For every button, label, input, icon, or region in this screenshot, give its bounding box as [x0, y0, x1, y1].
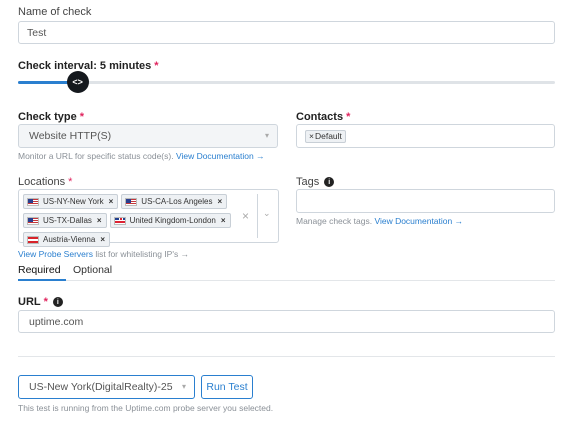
section-divider [18, 356, 555, 357]
tags-help: Manage check tags. View Documentation → [296, 216, 463, 226]
chevron-down-icon: ▾ [264, 131, 269, 140]
tab-required[interactable]: Required [18, 264, 61, 276]
check-interval-label: Check interval: 5 minutes * [18, 60, 159, 72]
location-chip[interactable]: United Kingdom-London × [109, 213, 231, 228]
check-type-label: Check type * [18, 111, 84, 123]
location-chip[interactable]: US-CA-Los Angeles × [121, 194, 228, 209]
remove-icon[interactable]: × [109, 197, 114, 206]
location-chip[interactable]: US-NY-New York × [23, 194, 119, 209]
tabs-divider [18, 280, 555, 281]
contacts-text: Contacts [296, 111, 344, 123]
location-chip-label: US-NY-New York [43, 197, 104, 206]
url-input[interactable]: uptime.com [18, 310, 555, 333]
url-label: URL * i [18, 296, 63, 308]
uk-flag-icon [113, 216, 126, 225]
check-type-text: Check type [18, 111, 77, 123]
chevron-left-right-icon: <> [72, 77, 83, 87]
tags-doc-link[interactable]: View Documentation → [374, 216, 463, 226]
probe-servers-help-text: list for whitelisting IP's → [92, 249, 190, 259]
check-type-help-text: Monitor a URL for specific status code(s… [18, 151, 176, 161]
required-mark: * [68, 176, 73, 188]
info-icon[interactable]: i [52, 297, 63, 308]
chevron-down-icon: ▾ [181, 382, 186, 391]
location-chip-label: US-TX-Dallas [43, 216, 92, 225]
check-type-doc-link[interactable]: View Documentation → [176, 151, 265, 161]
remove-icon[interactable]: × [217, 197, 222, 206]
view-probe-servers-link[interactable]: View Probe Servers [18, 249, 93, 259]
tags-input[interactable] [296, 189, 555, 213]
interval-slider-track[interactable] [18, 81, 555, 84]
location-chip-label: Austria-Vienna [43, 235, 96, 244]
contact-chip-default[interactable]: × Default [305, 129, 346, 143]
location-chip[interactable]: US-TX-Dallas × [23, 213, 107, 228]
contacts-input[interactable]: × Default [296, 124, 555, 148]
locations-label: Locations * [18, 176, 72, 188]
locations-text: Locations [18, 176, 66, 188]
required-mark: * [346, 111, 351, 123]
chip-remove-icon[interactable]: × [309, 131, 314, 141]
check-type-value: Website HTTP(S) [29, 130, 112, 142]
info-icon[interactable]: i [324, 177, 335, 188]
remove-icon[interactable]: × [221, 216, 226, 225]
austria-flag-icon [27, 235, 39, 244]
check-interval-text: Check interval: 5 minutes [18, 60, 152, 72]
us-flag-icon [27, 216, 39, 225]
url-value: uptime.com [29, 315, 84, 328]
name-of-check-value: Test [27, 26, 47, 39]
probe-servers-help: View Probe Servers list for whitelisting… [18, 249, 189, 259]
locations-multiselect[interactable]: US-NY-New York × US-CA-Los Angeles × US-TX… [18, 189, 279, 247]
name-of-check-input[interactable]: Test [18, 21, 555, 44]
contacts-label: Contacts * [296, 111, 350, 123]
run-test-button[interactable]: Run Test [201, 375, 253, 399]
location-chip-label: United Kingdom-London [129, 216, 216, 225]
tags-help-text: Manage check tags. [296, 216, 375, 226]
location-chip-label: US-CA-Los Angeles [141, 197, 213, 206]
tab-optional[interactable]: Optional [73, 264, 112, 276]
remove-icon[interactable]: × [100, 235, 105, 244]
location-chip[interactable]: Austria-Vienna × [23, 232, 110, 247]
tags-label: Tags i [296, 176, 335, 188]
check-type-select[interactable]: Website HTTP(S) ▾ [18, 124, 278, 148]
probe-server-value: US-New York(DigitalRealty)-25 [29, 381, 173, 393]
separator [257, 194, 258, 238]
contact-chip-label: Default [314, 131, 342, 141]
probe-note: This test is running from the Uptime.com… [18, 403, 274, 413]
check-type-help: Monitor a URL for specific status code(s… [18, 151, 265, 161]
clear-all-icon[interactable]: × [242, 209, 249, 223]
us-flag-icon [27, 197, 39, 206]
url-text: URL [18, 296, 41, 308]
tags-text: Tags [296, 176, 320, 188]
chevron-down-icon[interactable]: ⌄ [263, 208, 271, 219]
us-flag-icon [125, 197, 138, 206]
required-mark: * [43, 296, 48, 308]
location-chips: US-NY-New York × US-CA-Los Angeles × US-TX… [23, 192, 235, 249]
remove-icon[interactable]: × [97, 216, 102, 225]
probe-server-select[interactable]: US-New York(DigitalRealty)-25 ▾ [18, 375, 195, 399]
required-mark: * [154, 60, 159, 72]
interval-slider-handle[interactable]: <> [66, 71, 89, 93]
required-mark: * [79, 111, 84, 123]
tab-active-indicator [18, 279, 66, 281]
name-of-check-label: Name of check [18, 6, 92, 18]
